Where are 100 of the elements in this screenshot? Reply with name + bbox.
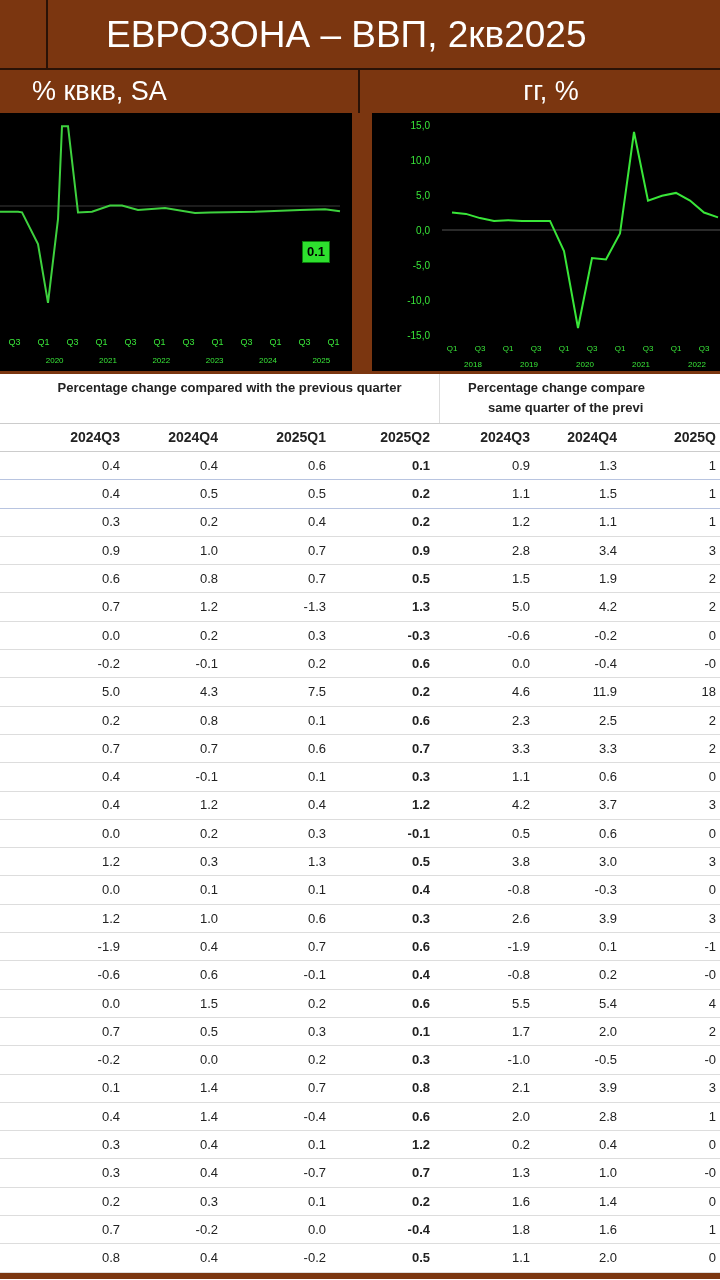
table-cell-text: 0.6: [306, 909, 327, 928]
table-cell-text: 0.9: [410, 541, 431, 560]
table-cell-text: 3.9: [597, 909, 618, 928]
axis-label: 15,0: [410, 120, 430, 131]
table-cell-text: 0.3: [410, 1051, 431, 1070]
table-cell-text: 0.7: [306, 541, 327, 560]
axis-label: -5,0: [412, 260, 430, 271]
table-cell-text: 0.4: [198, 1136, 219, 1154]
table-cell-text: -1.9: [96, 937, 121, 956]
table-cell-text: -0.6: [506, 626, 531, 645]
table-cell-text: 1.3: [306, 853, 327, 872]
table-cell-text: 1.2: [410, 1136, 431, 1154]
table-cell-text: -0: [703, 654, 717, 673]
column-header: 2024Q4: [566, 428, 618, 447]
table-cell-text: -0.6: [96, 966, 121, 985]
table-cell-text: 3: [707, 1079, 717, 1098]
table-cell-text: 0.2: [306, 1051, 327, 1070]
axis-label: 2024: [258, 355, 278, 367]
table-cell-text: 0.1: [100, 1079, 121, 1098]
table-cell-text: 0.2: [410, 485, 431, 504]
table-cell-text: 0.1: [306, 768, 327, 787]
table-cell-text: 0.0: [100, 626, 121, 645]
table-cell-text: -0.1: [406, 824, 431, 843]
table-cell-text: 0: [707, 626, 717, 645]
table-cell-text: -0.3: [593, 881, 618, 900]
table-cell-text: 0.0: [306, 1220, 327, 1239]
table-cell-text: 0.2: [306, 994, 327, 1013]
table-cell-text: 0.1: [306, 711, 327, 730]
table-cell-text: -1.0: [506, 1051, 531, 1070]
table-cell-text: 2: [707, 1022, 717, 1041]
table-cell-text: 1.3: [410, 598, 431, 617]
table-cell-text: 0.3: [100, 513, 121, 532]
table-cell-text: 0.2: [100, 711, 121, 730]
table-cell-text: 0.7: [100, 1022, 121, 1041]
table-cell-text: 1: [707, 456, 717, 475]
table-cell-text: 0.5: [410, 1249, 431, 1268]
table-cell-text: 1.6: [510, 1192, 531, 1211]
table-cell-text: 1.5: [510, 570, 531, 589]
column-header: 2024Q3: [69, 428, 121, 447]
table-cell-text: 0.2: [597, 966, 618, 985]
table-cell-text: 7.5: [306, 683, 327, 702]
table-cell-text: -0.2: [593, 626, 618, 645]
table-cell-text: 3.8: [510, 853, 531, 872]
table-cell-text: 0.8: [198, 711, 219, 730]
table-cell-text: 0.4: [306, 513, 327, 532]
table-cell-text: 0: [707, 1136, 717, 1154]
panel-heading: гг, %: [523, 76, 579, 106]
axis-label: 2021: [632, 360, 650, 369]
table-cell-text: -0.1: [302, 966, 327, 985]
table-cell-text: 1.4: [198, 1107, 219, 1126]
table-cell-text: 0.1: [410, 1022, 431, 1041]
axis-label: Q1: [558, 344, 570, 353]
table-cell-text: 0.6: [198, 966, 219, 985]
axis-label: Q1: [326, 335, 341, 349]
axis-label: 2020: [576, 360, 594, 369]
table-cell-text: 1.5: [597, 485, 618, 504]
table-cell-text: 0.1: [306, 1136, 327, 1154]
table-cell-text: -0.3: [406, 626, 431, 645]
table-cell-text: 0.3: [198, 1192, 219, 1211]
table-cell-text: 1.3: [597, 456, 618, 475]
table-cell-text: 2.8: [510, 541, 531, 560]
axis-label: Q3: [642, 344, 654, 353]
column-header: 2025Q: [672, 428, 717, 447]
table-cell-text: 0.9: [100, 541, 121, 560]
table-cell-text: 1.5: [198, 994, 219, 1013]
table-cell-text: 2.1: [510, 1079, 531, 1098]
table-cell-text: 0.2: [198, 824, 219, 843]
table-cell-text: 4.6: [510, 683, 531, 702]
axis-label: Q3: [698, 344, 710, 353]
table-cell-text: 0.9: [510, 456, 531, 475]
table-cell-text: 0.4: [597, 1136, 618, 1154]
table-cell-text: 0.6: [410, 937, 431, 956]
axis-label: 10,0: [410, 155, 430, 166]
axis-label: 2021: [98, 355, 118, 367]
table-cell-text: 0: [707, 824, 717, 843]
table-cell-text: 0.3: [306, 1022, 327, 1041]
table-cell-text: 0.2: [410, 683, 431, 702]
axis-label: Q1: [502, 344, 514, 353]
column-header: 2025Q2: [379, 428, 431, 447]
table-cell-text: -0.2: [96, 1051, 121, 1070]
table-cell-text: 4: [707, 994, 717, 1013]
table-cell-text: -1.3: [302, 598, 327, 617]
table-cell-text: 0.1: [198, 881, 219, 900]
table-cell-text: -0.2: [194, 1220, 219, 1239]
table-cell-text: -0.5: [593, 1051, 618, 1070]
axis-label: Q1: [446, 344, 458, 353]
table-cell-text: -0: [703, 966, 717, 985]
table-cell-text: 0.0: [100, 824, 121, 843]
table-cell-text: 0.8: [100, 1249, 121, 1268]
table-cell-text: 3.4: [597, 541, 618, 560]
table-cell-text: 0.7: [198, 739, 219, 758]
table-cell-text: 0.6: [597, 768, 618, 787]
axis-label: Q1: [152, 335, 167, 349]
table-cell-text: 0.7: [100, 1220, 121, 1239]
table-cell-text: 0.4: [198, 456, 219, 475]
axis-label: 2019: [520, 360, 538, 369]
table-cell-text: 0.3: [410, 909, 431, 928]
table-cell-text: 2: [707, 711, 717, 730]
table-cell-text: 1.2: [100, 853, 121, 872]
table-cell-text: 0.2: [100, 1192, 121, 1211]
